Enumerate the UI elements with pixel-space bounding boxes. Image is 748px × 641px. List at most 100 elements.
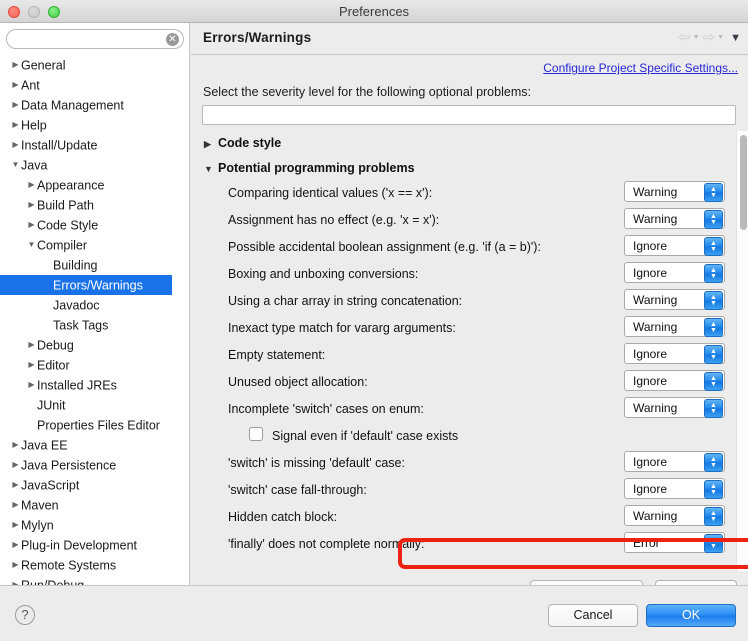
- sidebar-item-maven[interactable]: ▶ Maven: [0, 495, 186, 515]
- sidebar-item-ant[interactable]: ▶ Ant: [0, 75, 186, 95]
- severity-select-box[interactable]: Ignore ▲ ▼: [624, 235, 725, 256]
- sidebar-item-build-path[interactable]: ▶ Build Path: [0, 195, 186, 215]
- severity-stepper-icon[interactable]: ▲ ▼: [704, 264, 723, 283]
- sidebar-item-javascript[interactable]: ▶ JavaScript: [0, 475, 186, 495]
- sidebar-item-code-style[interactable]: ▶ Code Style: [0, 215, 186, 235]
- severity-select[interactable]: Warning ▲ ▼: [624, 208, 725, 229]
- severity-stepper-icon[interactable]: ▲ ▼: [704, 210, 723, 229]
- chevron-right-icon[interactable]: ▶: [26, 175, 37, 195]
- severity-select-box[interactable]: Ignore ▲ ▼: [624, 370, 725, 391]
- chevron-right-icon[interactable]: ▶: [10, 475, 21, 495]
- sidebar-item-errors-warnings[interactable]: ▶Errors/Warnings: [0, 275, 172, 295]
- sidebar-item-compiler[interactable]: ▼ Compiler: [0, 235, 186, 255]
- severity-select[interactable]: Warning ▲ ▼: [624, 181, 725, 202]
- chevron-right-icon[interactable]: ▶: [10, 95, 21, 115]
- severity-select-box[interactable]: Ignore ▲ ▼: [624, 451, 725, 472]
- cancel-button[interactable]: Cancel: [548, 604, 638, 627]
- group-header-code-style[interactable]: ▶ Code style: [202, 131, 736, 156]
- sidebar-item-properties-files-editor[interactable]: ▶Properties Files Editor: [0, 415, 186, 435]
- severity-select[interactable]: Warning ▲ ▼: [624, 505, 725, 526]
- severity-select-box[interactable]: Ignore ▲ ▼: [624, 343, 725, 364]
- severity-stepper-icon[interactable]: ▲ ▼: [704, 372, 723, 391]
- signal-default-case-checkbox[interactable]: [249, 427, 263, 441]
- chevron-down-icon[interactable]: ▼: [204, 157, 218, 182]
- sidebar-item-remote-systems[interactable]: ▶ Remote Systems: [0, 555, 186, 575]
- severity-select-box[interactable]: Warning ▲ ▼: [624, 208, 725, 229]
- filter-input[interactable]: [202, 105, 736, 125]
- sidebar-item-help[interactable]: ▶ Help: [0, 115, 186, 135]
- severity-select-box[interactable]: Ignore ▲ ▼: [624, 262, 725, 283]
- severity-select[interactable]: Warning ▲ ▼: [624, 289, 725, 310]
- problems-scrollbar[interactable]: [736, 131, 748, 571]
- severity-stepper-icon[interactable]: ▲ ▼: [704, 318, 723, 337]
- sidebar-item-java[interactable]: ▼ Java: [0, 155, 186, 175]
- chevron-right-icon[interactable]: ▶: [26, 195, 37, 215]
- sidebar-item-java-persistence[interactable]: ▶ Java Persistence: [0, 455, 186, 475]
- problems-scrollbar-thumb[interactable]: [740, 135, 747, 230]
- severity-stepper-icon[interactable]: ▲ ▼: [704, 399, 723, 418]
- group-header-potential-programming-problems[interactable]: ▼ Potential programming problems: [202, 156, 736, 181]
- clear-search-icon[interactable]: ✕: [166, 33, 179, 46]
- sidebar-scroll-track[interactable]: [185, 23, 189, 585]
- sidebar-item-appearance[interactable]: ▶ Appearance: [0, 175, 186, 195]
- help-icon[interactable]: ?: [15, 605, 35, 625]
- chevron-right-icon[interactable]: ▶: [10, 115, 21, 135]
- severity-stepper-icon[interactable]: ▲ ▼: [704, 534, 723, 553]
- severity-select[interactable]: Warning ▲ ▼: [624, 316, 725, 337]
- chevron-right-icon[interactable]: ▶: [26, 355, 37, 375]
- severity-select[interactable]: Warning ▲ ▼: [624, 397, 725, 418]
- sidebar-item-editor[interactable]: ▶ Editor: [0, 355, 186, 375]
- sidebar-item-javadoc[interactable]: ▶Javadoc: [0, 295, 186, 315]
- sidebar-item-java-ee[interactable]: ▶ Java EE: [0, 435, 186, 455]
- search-input[interactable]: [6, 29, 184, 49]
- chevron-right-icon[interactable]: ▶: [10, 555, 21, 575]
- chevron-right-icon[interactable]: ▶: [10, 55, 21, 75]
- severity-select[interactable]: Error ▲ ▼: [624, 532, 725, 553]
- sidebar-item-junit[interactable]: ▶JUnit: [0, 395, 186, 415]
- chevron-right-icon[interactable]: ▶: [204, 132, 218, 157]
- configure-project-specific-settings-link[interactable]: Configure Project Specific Settings...: [543, 61, 738, 75]
- severity-select-box[interactable]: Error ▲ ▼: [624, 532, 725, 553]
- severity-select-box[interactable]: Warning ▲ ▼: [624, 289, 725, 310]
- severity-stepper-icon[interactable]: ▲ ▼: [704, 453, 723, 472]
- back-button[interactable]: ⇦ ▼: [678, 29, 700, 47]
- severity-select[interactable]: Ignore ▲ ▼: [624, 235, 725, 256]
- severity-stepper-icon[interactable]: ▲ ▼: [704, 480, 723, 499]
- chevron-down-icon[interactable]: ▼: [26, 235, 37, 255]
- chevron-right-icon[interactable]: ▶: [26, 215, 37, 235]
- severity-select[interactable]: Ignore ▲ ▼: [624, 370, 725, 391]
- severity-select-box[interactable]: Ignore ▲ ▼: [624, 478, 725, 499]
- severity-select-box[interactable]: Warning ▲ ▼: [624, 316, 725, 337]
- severity-stepper-icon[interactable]: ▲ ▼: [704, 507, 723, 526]
- severity-stepper-icon[interactable]: ▲ ▼: [704, 237, 723, 256]
- sidebar-item-installed-jres[interactable]: ▶ Installed JREs: [0, 375, 186, 395]
- chevron-right-icon[interactable]: ▶: [10, 455, 21, 475]
- sidebar-item-task-tags[interactable]: ▶Task Tags: [0, 315, 186, 335]
- severity-stepper-icon[interactable]: ▲ ▼: [704, 291, 723, 310]
- sidebar-item-mylyn[interactable]: ▶ Mylyn: [0, 515, 186, 535]
- severity-select[interactable]: Ignore ▲ ▼: [624, 451, 725, 472]
- back-chevron-down-icon[interactable]: ▼: [693, 29, 700, 47]
- sidebar-item-general[interactable]: ▶ General: [0, 55, 186, 75]
- sidebar-item-building[interactable]: ▶Building: [0, 255, 186, 275]
- sidebar-item-install-update[interactable]: ▶ Install/Update: [0, 135, 186, 155]
- severity-select-box[interactable]: Warning ▲ ▼: [624, 397, 725, 418]
- chevron-right-icon[interactable]: ▶: [10, 435, 21, 455]
- chevron-right-icon[interactable]: ▶: [10, 75, 21, 95]
- chevron-right-icon[interactable]: ▶: [10, 535, 21, 555]
- severity-select-box[interactable]: Warning ▲ ▼: [624, 505, 725, 526]
- chevron-right-icon[interactable]: ▶: [26, 335, 37, 355]
- sidebar-item-run-debug[interactable]: ▶Run/Debug: [0, 575, 186, 585]
- chevron-right-icon[interactable]: ▶: [26, 375, 37, 395]
- severity-select[interactable]: Ignore ▲ ▼: [624, 262, 725, 283]
- view-menu-chevron-down-icon[interactable]: ▼: [730, 29, 741, 47]
- severity-select[interactable]: Ignore ▲ ▼: [624, 343, 725, 364]
- ok-button[interactable]: OK: [646, 604, 736, 627]
- chevron-right-icon[interactable]: ▶: [10, 575, 21, 585]
- severity-stepper-icon[interactable]: ▲ ▼: [704, 345, 723, 364]
- sidebar-item-debug[interactable]: ▶ Debug: [0, 335, 186, 355]
- sidebar-item-data-management[interactable]: ▶ Data Management: [0, 95, 186, 115]
- forward-chevron-down-icon[interactable]: ▼: [717, 29, 724, 47]
- chevron-right-icon[interactable]: ▶: [10, 135, 21, 155]
- chevron-right-icon[interactable]: ▶: [10, 515, 21, 535]
